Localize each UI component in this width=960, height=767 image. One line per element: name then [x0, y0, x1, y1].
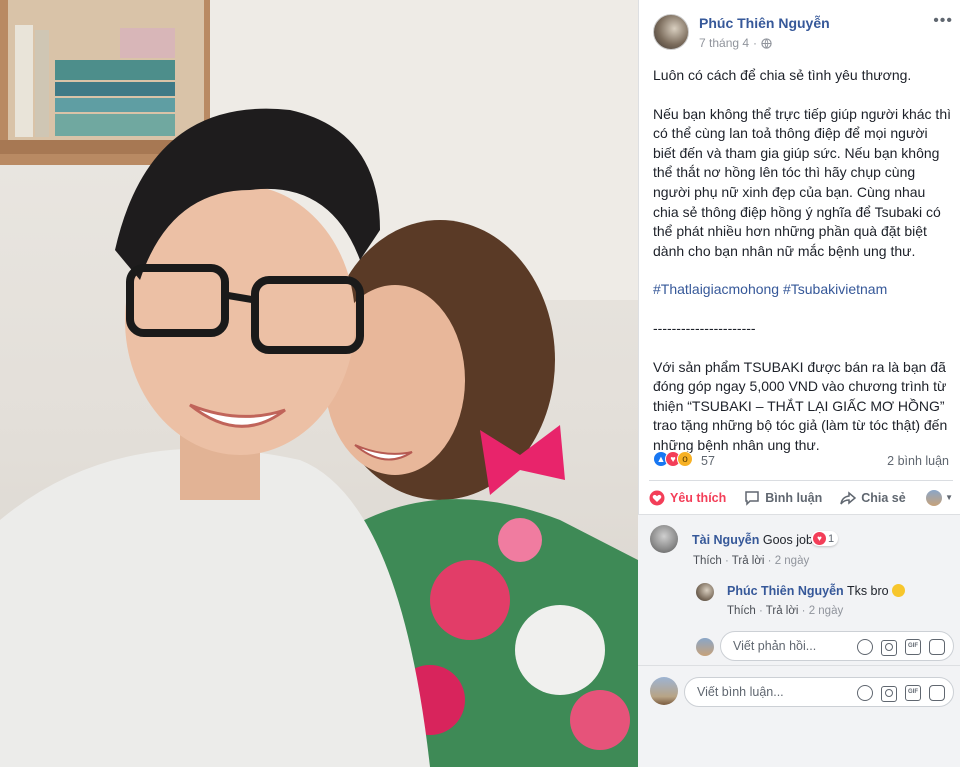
reply-author-avatar[interactable]: [696, 583, 714, 601]
reply-author-name[interactable]: Phúc Thiên Nguyễn: [727, 584, 844, 598]
more-options-icon[interactable]: •••: [933, 13, 953, 29]
reaction-icons[interactable]: ▲ ♥ o: [653, 451, 693, 467]
reply-bubble: Phúc Thiên Nguyễn Tks bro: [727, 583, 906, 599]
commenter-avatar[interactable]: [650, 525, 678, 553]
post-separator: ----------------------: [653, 319, 756, 336]
post-stats: ▲ ♥ o 57 2 bình luận: [653, 450, 949, 472]
current-user-avatar: [696, 638, 714, 656]
chevron-down-icon: ▼: [945, 493, 953, 502]
sticker-icon[interactable]: [929, 685, 945, 701]
post-meta: 7 tháng 4 ·: [699, 36, 772, 50]
emoji-icon[interactable]: [857, 685, 873, 701]
reply-meta: Thích · Trả lời · 2 ngày: [727, 605, 844, 617]
heart-icon: [649, 490, 665, 505]
comment-input-tools: GIF: [857, 685, 945, 702]
emoji-icon[interactable]: [857, 639, 873, 655]
comment-reaction-count: 1: [828, 532, 835, 545]
reply-input[interactable]: Viết phản hồi... GIF: [720, 631, 954, 661]
comment-count[interactable]: 2 bình luận: [887, 454, 949, 468]
audience-avatar: [926, 489, 943, 506]
current-user-avatar: [650, 677, 678, 705]
comment-meta: Thích · Trả lời · 2 ngày: [693, 555, 810, 567]
post-date[interactable]: 7 tháng 4: [699, 36, 749, 50]
comment-input[interactable]: Viết bình luận... GIF: [684, 677, 954, 707]
camera-icon[interactable]: [881, 640, 897, 656]
gif-icon[interactable]: GIF: [905, 685, 921, 701]
heart-icon: ♥: [813, 532, 826, 545]
comment-like-link[interactable]: Thích: [693, 555, 722, 567]
wow-reaction-icon: o: [677, 451, 693, 467]
comments-section: Tài Nguyễn Goos job ♥ 1 Thích · Trả lời …: [638, 514, 960, 767]
comment-reply-link[interactable]: Trả lời: [732, 555, 765, 567]
comment-reaction-badge[interactable]: ♥ 1: [811, 531, 839, 546]
like-button[interactable]: Yêu thích: [649, 490, 726, 506]
post-photo[interactable]: [0, 0, 638, 767]
globe-icon[interactable]: [761, 37, 772, 49]
reply-reply-link[interactable]: Trả lời: [766, 605, 799, 617]
post-paragraph: Với sản phẩm TSUBAKI được bán ra là bạn …: [653, 358, 948, 453]
like-label: Yêu thích: [670, 490, 727, 505]
comment-label: Bình luận: [765, 490, 823, 505]
post-paragraph: Luôn có cách để chia sẻ tình yêu thương.: [653, 67, 912, 83]
reply-like-link[interactable]: Thích: [727, 605, 756, 617]
smile-emoji-icon: [892, 584, 906, 597]
comment-text: Goos job: [762, 533, 813, 547]
reply-input-tools: GIF: [857, 639, 945, 656]
comments-divider: [638, 665, 960, 666]
camera-icon[interactable]: [881, 686, 897, 702]
gif-icon[interactable]: GIF: [905, 639, 921, 655]
post-hashtags[interactable]: #Thatlaigiacmohong #Tsubakivietnam: [653, 280, 953, 300]
selfie-illustration: [0, 0, 638, 767]
action-bar: Yêu thích Bình luận Chia sẻ ▼: [649, 480, 953, 514]
sticker-icon[interactable]: [929, 639, 945, 655]
audience-selector[interactable]: ▼: [926, 489, 953, 506]
reply-time[interactable]: 2 ngày: [809, 605, 844, 617]
author-name[interactable]: Phúc Thiên Nguyễn: [699, 15, 830, 31]
post-paragraph: Nếu bạn không thể trực tiếp giúp người k…: [653, 105, 951, 259]
reply-placeholder: Viết phản hồi...: [733, 639, 817, 653]
post-body: Luôn có cách để chia sẻ tình yêu thương.…: [653, 66, 953, 475]
author-avatar[interactable]: [653, 14, 689, 50]
comment-icon: [745, 490, 760, 506]
share-label: Chia sẻ: [861, 490, 906, 505]
comment-bubble: Tài Nguyễn Goos job: [692, 532, 813, 548]
commenter-name[interactable]: Tài Nguyễn: [692, 533, 759, 547]
reply-text: Tks bro: [846, 584, 889, 598]
post-header: Phúc Thiên Nguyễn 7 tháng 4 · •••: [653, 13, 953, 54]
share-button[interactable]: Chia sẻ: [840, 490, 906, 506]
share-icon: [840, 490, 857, 505]
reaction-count[interactable]: 57: [701, 454, 715, 468]
comment-placeholder: Viết bình luận...: [697, 685, 784, 699]
comment-button[interactable]: Bình luận: [744, 490, 822, 506]
comment-time[interactable]: 2 ngày: [775, 555, 810, 567]
